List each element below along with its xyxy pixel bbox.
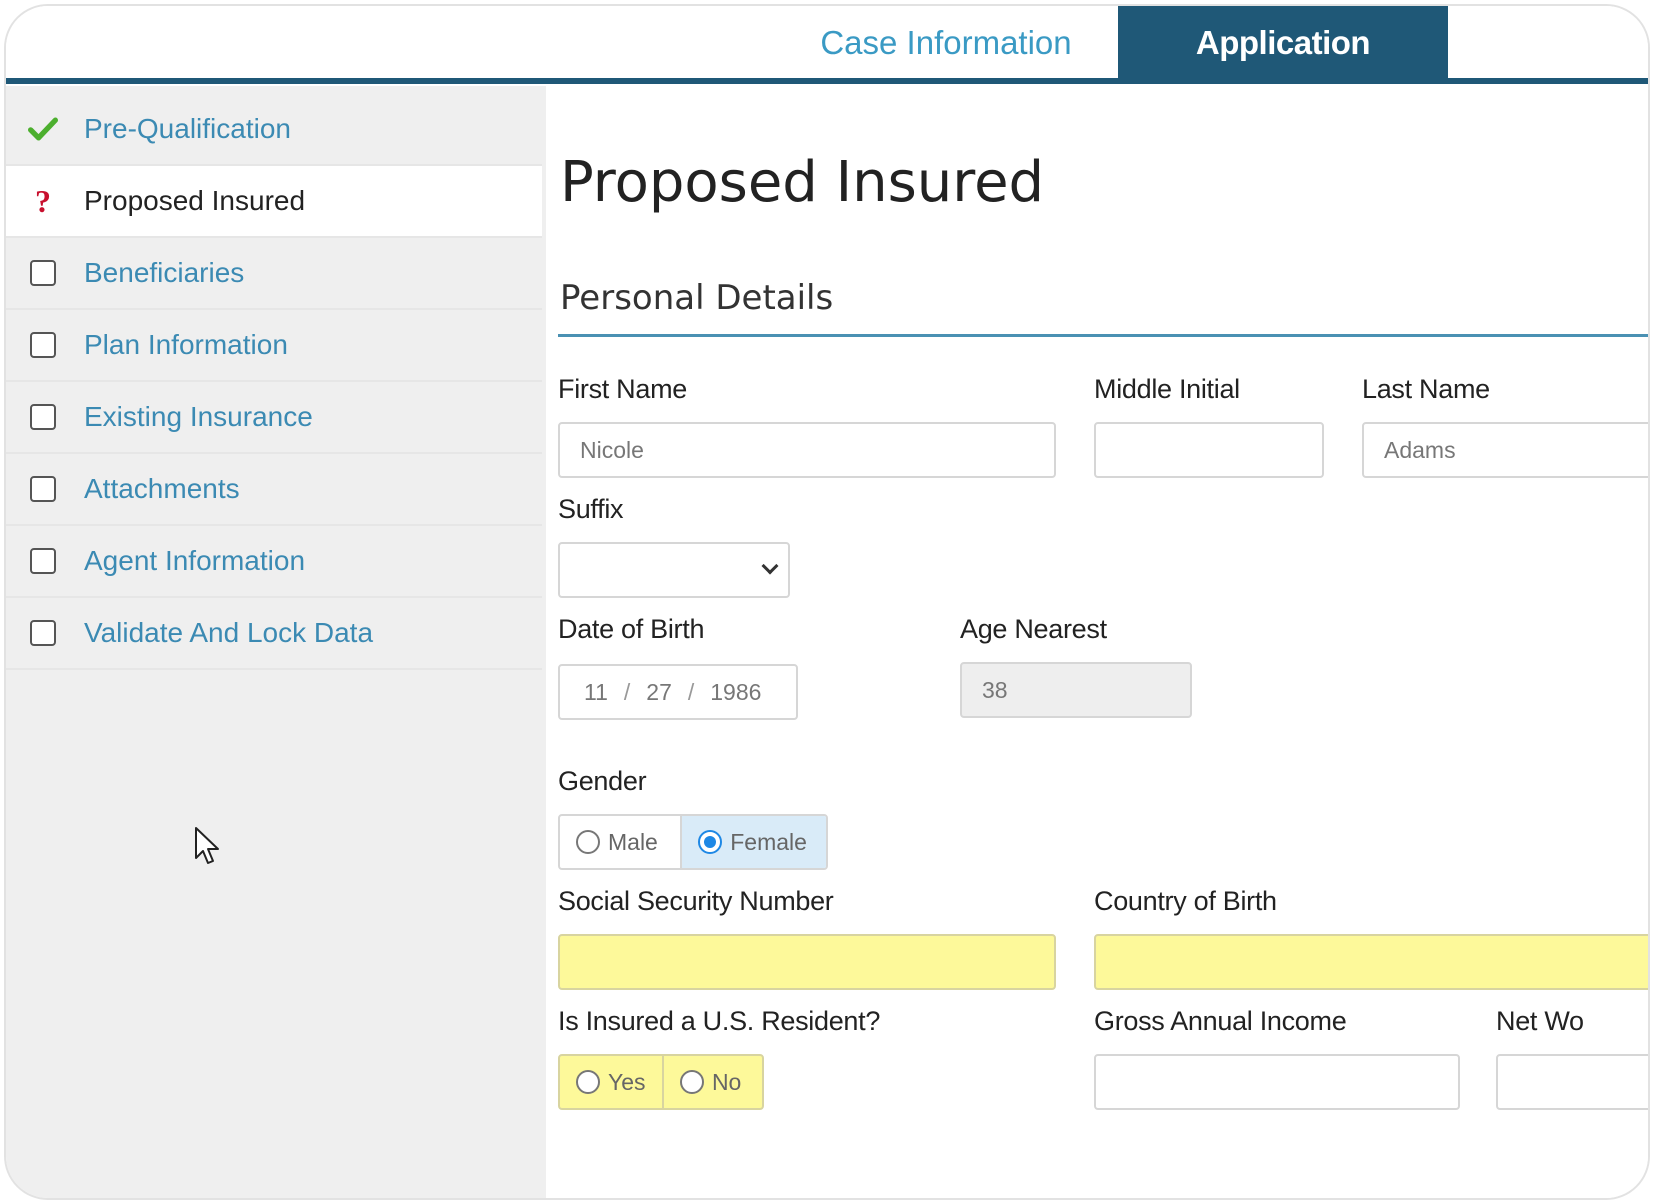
main-content: Proposed Insured Personal Details First … [546,86,1648,1198]
mouse-cursor-icon [195,827,219,864]
us-resident-radio-group: Yes No [558,1054,764,1110]
last-name-placeholder: Adams [1384,436,1456,463]
radio-icon [576,830,600,854]
sidebar-item-label: Proposed Insured [84,185,306,216]
ssn-label: Social Security Number [558,886,834,916]
ssn-input[interactable] [558,934,1056,990]
checkbox-icon [28,618,58,648]
us-resident-option-label: No [711,1068,742,1095]
gender-option-female[interactable]: Female [680,816,826,868]
gross-annual-income-label: Gross Annual Income [1094,1006,1347,1036]
top-tab-bar: Case Information Application [6,6,1648,86]
dob-separator: / [687,678,695,705]
net-worth-input[interactable] [1496,1054,1648,1110]
radio-icon [679,1070,704,1094]
last-name-label: Last Name [1362,374,1490,404]
page-title: Proposed Insured [560,150,1045,215]
sidebar: Pre-Qualification ? Proposed Insured Ben… [6,86,546,1198]
checkbox-icon [28,330,58,360]
tab-bar-underline [6,78,1648,84]
us-resident-option-label: Yes [608,1068,646,1095]
section-title: Personal Details [560,278,834,318]
suffix-select[interactable] [558,542,790,598]
radio-selected-icon [698,830,723,854]
dob-day: 27 [646,678,672,705]
sidebar-item-agent-information[interactable]: Agent Information [6,526,542,598]
sidebar-item-label: Pre-Qualification [84,113,291,144]
us-resident-option-yes[interactable]: Yes [560,1056,662,1108]
gross-annual-income-input[interactable] [1094,1054,1460,1110]
net-worth-label: Net Wo [1496,1006,1584,1036]
gender-option-label: Male [608,828,658,855]
gender-label: Gender [558,766,647,796]
chevron-down-icon [761,557,779,575]
country-of-birth-input[interactable] [1094,934,1648,990]
date-of-birth-label: Date of Birth [558,614,705,644]
radio-icon [576,1070,600,1094]
age-nearest-value: 38 [982,676,1008,703]
first-name-label: First Name [558,374,688,404]
middle-initial-label: Middle Initial [1094,374,1240,404]
us-resident-label: Is Insured a U.S. Resident? [558,1006,881,1036]
first-name-input[interactable]: Nicole [558,422,1056,478]
check-icon [28,114,58,144]
checkbox-icon [28,546,58,576]
tab-application[interactable]: Application [1118,6,1448,80]
sidebar-item-label: Attachments [84,473,240,504]
gender-option-label: Female [730,828,807,855]
question-icon: ? [35,182,51,219]
sidebar-item-label: Agent Information [84,545,306,576]
checkbox-icon [28,258,58,288]
middle-initial-input[interactable] [1094,422,1324,478]
sidebar-item-label: Beneficiaries [84,257,245,288]
sidebar-item-label: Plan Information [84,329,288,360]
checkbox-icon [28,474,58,504]
dob-separator: / [623,678,631,705]
sidebar-item-label: Validate And Lock Data [84,617,374,648]
section-divider [558,334,1648,337]
dob-month: 11 [584,678,608,705]
sidebar-item-label: Existing Insurance [84,401,313,432]
country-of-birth-label: Country of Birth [1094,886,1277,916]
tab-case-information[interactable]: Case Information [796,6,1096,80]
sidebar-item-plan-information[interactable]: Plan Information [6,310,542,382]
age-nearest-label: Age Nearest [960,614,1107,644]
us-resident-option-no[interactable]: No [661,1056,762,1108]
sidebar-item-proposed-insured[interactable]: ? Proposed Insured [6,166,542,238]
gender-option-male[interactable]: Male [560,816,680,868]
sidebar-item-attachments[interactable]: Attachments [6,454,542,526]
app-window: Case Information Application Pre-Qualifi… [4,4,1650,1200]
sidebar-item-pre-qualification[interactable]: Pre-Qualification [6,94,542,166]
sidebar-item-validate-and-lock-data[interactable]: Validate And Lock Data [6,598,542,670]
suffix-label: Suffix [558,494,624,524]
dob-year: 1986 [710,678,762,705]
date-of-birth-input[interactable]: 11 / 27 / 1986 [558,664,798,720]
sidebar-item-existing-insurance[interactable]: Existing Insurance [6,382,542,454]
checkbox-icon [28,402,58,432]
age-nearest-field: 38 [960,662,1192,718]
first-name-placeholder: Nicole [580,436,644,463]
gender-radio-group: Male Female [558,814,828,870]
last-name-input[interactable]: Adams [1362,422,1648,478]
sidebar-item-beneficiaries[interactable]: Beneficiaries [6,238,542,310]
